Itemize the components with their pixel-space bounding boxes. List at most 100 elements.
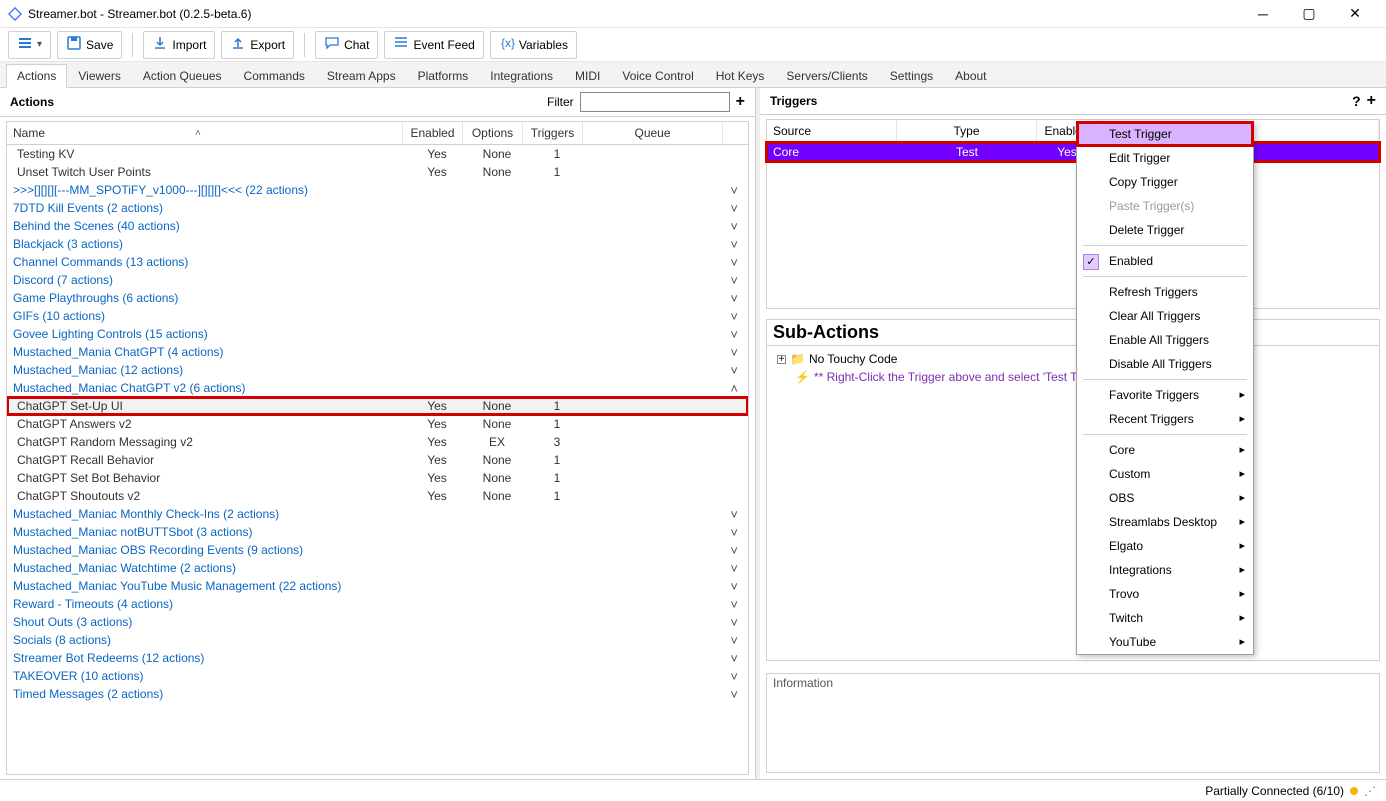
status-dot-icon	[1350, 787, 1358, 795]
col-enabled[interactable]: Enabled	[403, 122, 463, 144]
tab-hot-keys[interactable]: Hot Keys	[705, 64, 776, 88]
action-group[interactable]: TAKEOVER (10 actions)˅	[7, 667, 748, 685]
action-group[interactable]: >>>[][][][---MM_SPOTiFY_v1000---][][][]<…	[7, 181, 748, 199]
col-type[interactable]: Type	[897, 120, 1037, 142]
action-group[interactable]: Game Playthroughs (6 actions)˅	[7, 289, 748, 307]
menu-streamlabs[interactable]: Streamlabs Desktop▸	[1077, 510, 1253, 534]
sub-actions-tree[interactable]: + 📁 No Touchy Code ⚡ ** Right-Click the …	[767, 346, 1379, 390]
maximize-button[interactable]: ▢	[1286, 0, 1332, 28]
menu-custom[interactable]: Custom▸	[1077, 462, 1253, 486]
help-button[interactable]: ?	[1352, 93, 1361, 109]
action-group[interactable]: Mustached_Maniac YouTube Music Managemen…	[7, 577, 748, 595]
action-group[interactable]: Govee Lighting Controls (15 actions)˅	[7, 325, 748, 343]
menu-refresh-triggers[interactable]: Refresh Triggers	[1077, 280, 1253, 304]
action-group[interactable]: Mustached_Maniac OBS Recording Events (9…	[7, 541, 748, 559]
minimize-button[interactable]: ─	[1240, 0, 1286, 28]
filter-input[interactable]	[580, 92, 730, 112]
tab-stream-apps[interactable]: Stream Apps	[316, 64, 407, 88]
export-icon	[230, 35, 246, 54]
action-group[interactable]: Mustached_Mania ChatGPT (4 actions)˅	[7, 343, 748, 361]
variables-button[interactable]: {x} Variables	[490, 31, 577, 59]
menu-button[interactable]: ▾	[8, 31, 51, 59]
expand-icon[interactable]: +	[777, 355, 786, 364]
menu-core[interactable]: Core▸	[1077, 438, 1253, 462]
action-group[interactable]: 7DTD Kill Events (2 actions)˅	[7, 199, 748, 217]
col-source[interactable]: Source	[767, 120, 897, 142]
action-group[interactable]: Socials (8 actions)˅	[7, 631, 748, 649]
menu-integrations[interactable]: Integrations▸	[1077, 558, 1253, 582]
action-group[interactable]: Channel Commands (13 actions)˅	[7, 253, 748, 271]
action-group[interactable]: Blackjack (3 actions)˅	[7, 235, 748, 253]
action-triggers: 1	[527, 147, 587, 161]
action-row[interactable]: Testing KVYesNone1	[7, 145, 748, 163]
action-group[interactable]: Mustached_Maniac ChatGPT v2 (6 actions)˄	[7, 379, 748, 397]
menu-youtube[interactable]: YouTube▸	[1077, 630, 1253, 654]
menu-elgato[interactable]: Elgato▸	[1077, 534, 1253, 558]
tab-about[interactable]: About	[944, 64, 997, 88]
event-feed-button[interactable]: Event Feed	[384, 31, 483, 59]
action-group[interactable]: Mustached_Maniac notBUTTSbot (3 actions)…	[7, 523, 748, 541]
tab-commands[interactable]: Commands	[233, 64, 316, 88]
bolt-icon: ⚡	[795, 370, 810, 384]
add-trigger-button[interactable]: +	[1367, 92, 1376, 110]
tab-integrations[interactable]: Integrations	[479, 64, 564, 88]
chat-button[interactable]: Chat	[315, 31, 378, 59]
col-options[interactable]: Options	[463, 122, 523, 144]
tab-actions[interactable]: Actions	[6, 64, 67, 88]
menu-test-trigger[interactable]: Test Trigger	[1077, 122, 1253, 146]
action-group[interactable]: Reward - Timeouts (4 actions)˅	[7, 595, 748, 613]
col-queue[interactable]: Queue	[583, 122, 723, 144]
action-row[interactable]: ChatGPT Answers v2YesNone1	[7, 415, 748, 433]
chevron-down-icon: ˅	[730, 201, 738, 216]
menu-enable-all-triggers[interactable]: Enable All Triggers	[1077, 328, 1253, 352]
group-label: Discord (7 actions)	[13, 273, 113, 287]
tab-action-queues[interactable]: Action Queues	[132, 64, 233, 88]
action-row[interactable]: ChatGPT Shoutouts v2YesNone1	[7, 487, 748, 505]
triggers-list[interactable]: Source Type Enabled Criteria Core Test Y…	[766, 119, 1380, 309]
menu-obs[interactable]: OBS▸	[1077, 486, 1253, 510]
action-group[interactable]: Shout Outs (3 actions)˅	[7, 613, 748, 631]
col-triggers[interactable]: Triggers	[523, 122, 583, 144]
menu-disable-all-triggers[interactable]: Disable All Triggers	[1077, 352, 1253, 376]
action-group[interactable]: Timed Messages (2 actions)˅	[7, 685, 748, 703]
menu-enabled-toggle[interactable]: ✓Enabled	[1077, 249, 1253, 273]
menu-clear-all-triggers[interactable]: Clear All Triggers	[1077, 304, 1253, 328]
tree-node[interactable]: + 📁 No Touchy Code	[777, 350, 1369, 368]
menu-favorite-triggers[interactable]: Favorite Triggers▸	[1077, 383, 1253, 407]
tab-viewers[interactable]: Viewers	[67, 64, 131, 88]
action-row[interactable]: Unset Twitch User PointsYesNone1	[7, 163, 748, 181]
tab-midi[interactable]: MIDI	[564, 64, 611, 88]
actions-list[interactable]: Name˄ Enabled Options Triggers Queue Tes…	[6, 121, 749, 775]
main-tabs: ActionsViewersAction QueuesCommandsStrea…	[0, 62, 1386, 88]
col-name[interactable]: Name˄	[7, 122, 403, 144]
action-row[interactable]: ChatGPT Random Messaging v2YesEX3	[7, 433, 748, 451]
action-row[interactable]: ChatGPT Set-Up UIYesNone1	[7, 397, 748, 415]
tab-servers-clients[interactable]: Servers/Clients	[775, 64, 878, 88]
action-group[interactable]: Streamer Bot Redeems (12 actions)˅	[7, 649, 748, 667]
menu-edit-trigger[interactable]: Edit Trigger	[1077, 146, 1253, 170]
tab-voice-control[interactable]: Voice Control	[611, 64, 704, 88]
tab-platforms[interactable]: Platforms	[407, 64, 480, 88]
add-action-button[interactable]: +	[736, 93, 745, 111]
menu-copy-trigger[interactable]: Copy Trigger	[1077, 170, 1253, 194]
export-button[interactable]: Export	[221, 31, 294, 59]
menu-twitch[interactable]: Twitch▸	[1077, 606, 1253, 630]
separator	[132, 33, 133, 57]
menu-delete-trigger[interactable]: Delete Trigger	[1077, 218, 1253, 242]
action-group[interactable]: Mustached_Maniac Monthly Check-Ins (2 ac…	[7, 505, 748, 523]
action-group[interactable]: GIFs (10 actions)˅	[7, 307, 748, 325]
trigger-row[interactable]: Core Test Yes	[767, 143, 1379, 161]
tab-settings[interactable]: Settings	[879, 64, 944, 88]
action-row[interactable]: ChatGPT Set Bot BehaviorYesNone1	[7, 469, 748, 487]
action-group[interactable]: Mustached_Maniac Watchtime (2 actions)˅	[7, 559, 748, 577]
menu-recent-triggers[interactable]: Recent Triggers▸	[1077, 407, 1253, 431]
titlebar: Streamer.bot - Streamer.bot (0.2.5-beta.…	[0, 0, 1386, 28]
action-row[interactable]: ChatGPT Recall BehaviorYesNone1	[7, 451, 748, 469]
menu-trovo[interactable]: Trovo▸	[1077, 582, 1253, 606]
save-button[interactable]: Save	[57, 31, 122, 59]
import-button[interactable]: Import	[143, 31, 215, 59]
action-group[interactable]: Discord (7 actions)˅	[7, 271, 748, 289]
action-group[interactable]: Mustached_Maniac (12 actions)˅	[7, 361, 748, 379]
action-group[interactable]: Behind the Scenes (40 actions)˅	[7, 217, 748, 235]
close-button[interactable]: ✕	[1332, 0, 1378, 28]
